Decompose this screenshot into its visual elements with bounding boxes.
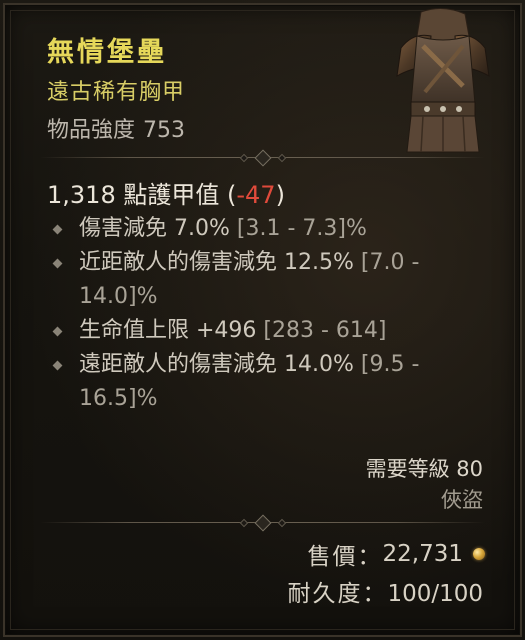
affix-text: 傷害減免 7.0%	[79, 216, 230, 241]
required-class: 俠盜	[441, 488, 483, 512]
durability-label: 耐久度：	[287, 581, 388, 607]
diamond-bullet-icon	[52, 258, 63, 269]
diamond-bullet-icon	[52, 224, 63, 235]
affix-range: [283 - 614]	[263, 318, 387, 343]
affix-item: 近距敵人的傷害減免 12.5% [7.0 - 14.0]%	[47, 246, 487, 314]
gold-coin-icon	[473, 548, 485, 560]
required-level: 需要等級 80	[366, 453, 483, 483]
chest-armor-icon	[396, 8, 490, 153]
armor-close-paren: )	[275, 181, 285, 209]
required-level-label: 需要等級	[365, 457, 450, 481]
item-power-label: 物品強度	[47, 118, 136, 143]
armor-label: 點護甲值	[123, 181, 220, 209]
sell-price-value: 22,731	[382, 541, 463, 567]
affix-text: 生命值上限 +496	[79, 318, 257, 343]
affix-item: 遠距敵人的傷害減免 14.0% [9.5 - 16.5]%	[47, 348, 487, 416]
diamond-bullet-icon	[52, 326, 63, 337]
required-level-value: 80	[456, 457, 483, 481]
diamond-bullet-icon	[52, 360, 63, 371]
item-tooltip: 無情堡壘 遠古稀有胸甲 物品強度 753 1,318 點護甲值 (-47) 傷害減…	[0, 0, 525, 640]
sell-price-label: 售價：	[307, 544, 383, 570]
affix-range: [3.1 - 7.3]%	[236, 216, 367, 241]
durability-value: 100/100	[387, 581, 483, 607]
armor-open-paren: (	[227, 181, 237, 209]
section-divider-bottom	[40, 514, 485, 532]
item-name: 無情堡壘	[47, 37, 167, 68]
affix-item: 生命值上限 +496 [283 - 614]	[47, 314, 487, 348]
armor-value: 1,318	[47, 181, 116, 209]
section-divider-top	[40, 149, 485, 167]
affix-text: 遠距敵人的傷害減免 14.0%	[79, 352, 354, 377]
affix-list: 傷害減免 7.0% [3.1 - 7.3]% 近距敵人的傷害減免 12.5% […	[47, 212, 487, 416]
item-power-value: 753	[143, 118, 186, 143]
item-power: 物品強度 753	[47, 112, 185, 144]
affix-text: 近距敵人的傷害減免 12.5%	[79, 250, 354, 275]
durability: 耐久度：100/100	[287, 574, 483, 608]
armor-delta: -47	[236, 181, 276, 209]
sell-price: 售價： 22,731	[308, 537, 485, 571]
item-type: 遠古稀有胸甲	[47, 80, 186, 105]
affix-item: 傷害減免 7.0% [3.1 - 7.3]%	[47, 212, 487, 246]
armor-value-line: 1,318 點護甲值 (-47)	[47, 175, 285, 210]
